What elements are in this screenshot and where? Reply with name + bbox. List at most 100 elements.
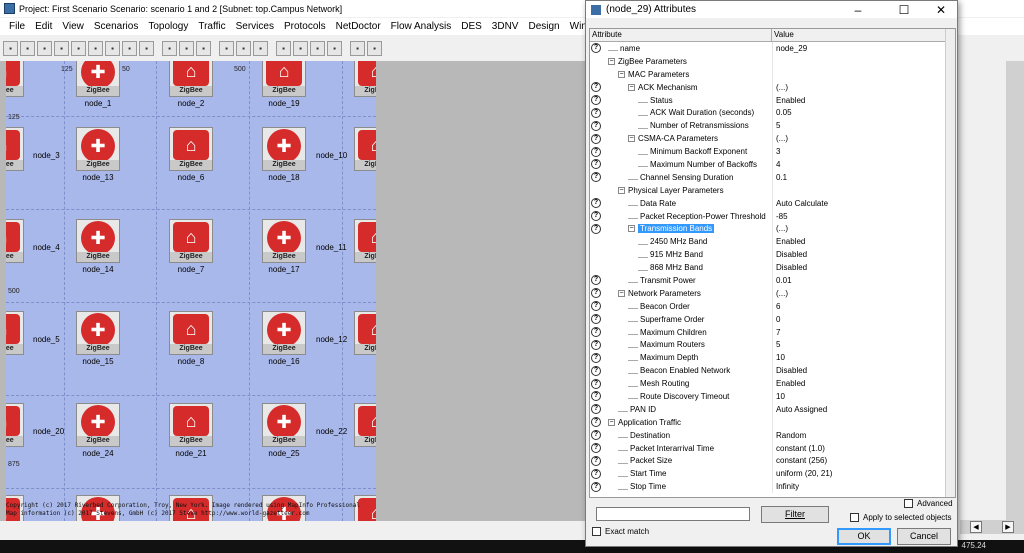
network-node[interactable]: ⌂ ZigBee node_8	[167, 311, 215, 366]
zigbee-router-icon[interactable]: ✚ZigBee	[76, 403, 120, 447]
zigbee-router-icon[interactable]: ✚ZigBee	[262, 127, 306, 171]
menu-flow-analysis[interactable]: Flow Analysis	[386, 21, 457, 32]
maximize-icon[interactable]: ☐	[887, 1, 921, 18]
attribute-value[interactable]: Disabled	[772, 248, 955, 262]
undo-icon[interactable]: ▪	[105, 40, 120, 56]
zoom-out-icon[interactable]: ▪	[139, 40, 154, 56]
attribute-value[interactable]: Random	[772, 428, 955, 442]
attribute-value[interactable]: 0.01	[772, 274, 955, 287]
attribute-row[interactable]: − MAC Parameters	[590, 67, 955, 81]
column-header-attribute[interactable]: Attribute	[590, 29, 772, 41]
attribute-value[interactable]: uniform (20, 21)	[772, 467, 955, 481]
zigbee-coordinator-icon[interactable]: ⌂ZigBee	[6, 219, 24, 263]
attribute-value[interactable]: Enabled	[772, 235, 955, 249]
network-node[interactable]: ⌂ZigBee	[352, 403, 376, 447]
help-icon[interactable]: ?	[591, 159, 601, 170]
zigbee-coordinator-icon[interactable]: ⌂ZigBee	[169, 311, 213, 355]
help-icon[interactable]: ?	[591, 365, 601, 376]
attribute-row[interactable]: ? Channel Sensing Duration 0.1	[590, 170, 955, 184]
help-icon[interactable]: ?	[591, 198, 601, 209]
network-node[interactable]: ⌂ZigBee	[6, 403, 26, 447]
advanced-checkbox[interactable]: Advanced	[904, 499, 953, 508]
minimize-icon[interactable]: –	[841, 1, 875, 18]
attribute-row[interactable]: ? Maximum Routers 5	[590, 338, 955, 352]
attribute-row[interactable]: 915 MHz Band Disabled	[590, 248, 955, 262]
collapse-toggle-icon[interactable]: −	[618, 289, 625, 297]
attribute-row[interactable]: ? name node_29	[590, 42, 955, 55]
attribute-row[interactable]: ? Maximum Depth 10	[590, 351, 955, 365]
zigbee-router-icon[interactable]: ✚ZigBee	[262, 311, 306, 355]
object-palette-icon[interactable]: ▪	[219, 40, 234, 56]
help-icon[interactable]: ?	[591, 339, 601, 350]
help-icon[interactable]: ?	[591, 275, 601, 286]
attribute-row[interactable]: ? Status Enabled	[590, 93, 955, 107]
attribute-row[interactable]: ? Packet Reception-Power Threshold -85	[590, 209, 955, 223]
attribute-value[interactable]: 0.05	[772, 106, 955, 120]
zigbee-router-icon[interactable]: ✚ZigBee	[262, 219, 306, 263]
zigbee-coordinator-icon[interactable]: ⌂ZigBee	[169, 403, 213, 447]
collapse-toggle-icon[interactable]: −	[618, 186, 625, 194]
zigbee-router-icon[interactable]: ✚ZigBee	[76, 127, 120, 171]
open-folder-icon[interactable]: ▪	[20, 40, 35, 56]
filter-button[interactable]: Filter	[761, 506, 829, 523]
menu-3dnv[interactable]: 3DNV	[487, 21, 524, 32]
help-icon[interactable]: ?	[591, 133, 601, 144]
paste-icon[interactable]: ▪	[88, 40, 103, 56]
attribute-row[interactable]: ? Minimum Backoff Exponent 3	[590, 145, 955, 159]
vne-icon[interactable]: ▪	[196, 40, 211, 56]
menu-services[interactable]: Services	[231, 21, 279, 32]
menu-traffic[interactable]: Traffic	[193, 21, 230, 32]
cut-icon[interactable]: ▪	[71, 40, 86, 56]
network-canvas[interactable]: 125 50 500 125 500 875 ✚ ZigBee node_1 ⌂ ZigBee nod…	[6, 61, 376, 521]
report-icon[interactable]: ▪	[253, 40, 268, 56]
attribute-value[interactable]: constant (256)	[772, 454, 955, 468]
network-node[interactable]: ✚ ZigBee node_15	[74, 311, 122, 366]
network-node[interactable]: ✚ ZigBee node_1	[74, 61, 122, 108]
attribute-row[interactable]: ? − ACK Mechanism (...)	[590, 80, 955, 94]
network-node[interactable]: ⌂ZigBee	[6, 61, 26, 97]
attribute-value[interactable]	[772, 183, 955, 197]
new-file-icon[interactable]: ▪	[3, 40, 18, 56]
network-node[interactable]: ✚ ZigBee node_16	[260, 311, 308, 366]
network-node[interactable]: ✚ ZigBee node_25	[260, 403, 308, 458]
workspace-vertical-scrollbar[interactable]	[1006, 61, 1024, 531]
menu-scenarios[interactable]: Scenarios	[89, 21, 143, 32]
checkbox-box[interactable]	[904, 499, 913, 508]
collapse-toggle-icon[interactable]: −	[608, 57, 615, 65]
zoom-in-icon[interactable]: ▪	[122, 40, 137, 56]
network-node[interactable]: ⌂ZigBee	[352, 127, 376, 171]
attribute-value[interactable]: Enabled	[772, 377, 955, 391]
attribute-row[interactable]: ? Route Discovery Timeout 10	[590, 390, 955, 403]
attribute-row[interactable]: ? Destination Random	[590, 428, 955, 442]
help-icon[interactable]: ?	[591, 455, 601, 466]
attribute-row[interactable]: ? Data Rate Auto Calculate	[590, 196, 955, 210]
help-icon[interactable]: ?	[591, 172, 601, 183]
help-icon[interactable]: ?	[591, 82, 601, 93]
zigbee-coordinator-icon[interactable]: ⌂ZigBee	[354, 403, 376, 447]
zigbee-coordinator-icon[interactable]: ⌂ZigBee	[354, 127, 376, 171]
menu-netdoctor[interactable]: NetDoctor	[331, 21, 386, 32]
export-icon[interactable]: ▪	[310, 40, 325, 56]
attribute-row[interactable]: ? ACK Wait Duration (seconds) 0.05	[590, 106, 955, 120]
scroll-right-icon[interactable]: ▶	[1002, 521, 1014, 533]
help-icon[interactable]: ?	[591, 404, 601, 415]
attribute-row[interactable]: ? Packet Interarrival Time constant (1.0)	[590, 441, 955, 455]
attribute-value[interactable]: Disabled	[772, 364, 955, 378]
zigbee-router-icon[interactable]: ✚ZigBee	[76, 219, 120, 263]
zigbee-coordinator-icon[interactable]: ⌂ZigBee	[169, 219, 213, 263]
attribute-value[interactable]: 4	[772, 158, 955, 171]
network-node[interactable]: ⌂ZigBee	[6, 219, 26, 263]
network-node[interactable]: ✚ ZigBee node_18	[260, 127, 308, 182]
attribute-row[interactable]: ? Packet Size constant (256)	[590, 454, 955, 468]
help-icon[interactable]: ?	[591, 352, 601, 363]
run-icon[interactable]: ▪	[350, 40, 365, 56]
close-icon[interactable]: ✕	[924, 1, 958, 18]
help-icon[interactable]: ?	[591, 95, 601, 105]
zigbee-coordinator-icon[interactable]: ⌂ZigBee	[354, 61, 376, 97]
link-icon[interactable]: ▪	[276, 40, 291, 56]
attribute-value[interactable]: Infinity	[772, 480, 955, 494]
attribute-value[interactable]: Auto Assigned	[772, 402, 955, 416]
help-icon[interactable]: ?	[591, 417, 601, 428]
attribute-value[interactable]: 7	[772, 325, 955, 339]
attribute-value[interactable]	[772, 415, 955, 429]
